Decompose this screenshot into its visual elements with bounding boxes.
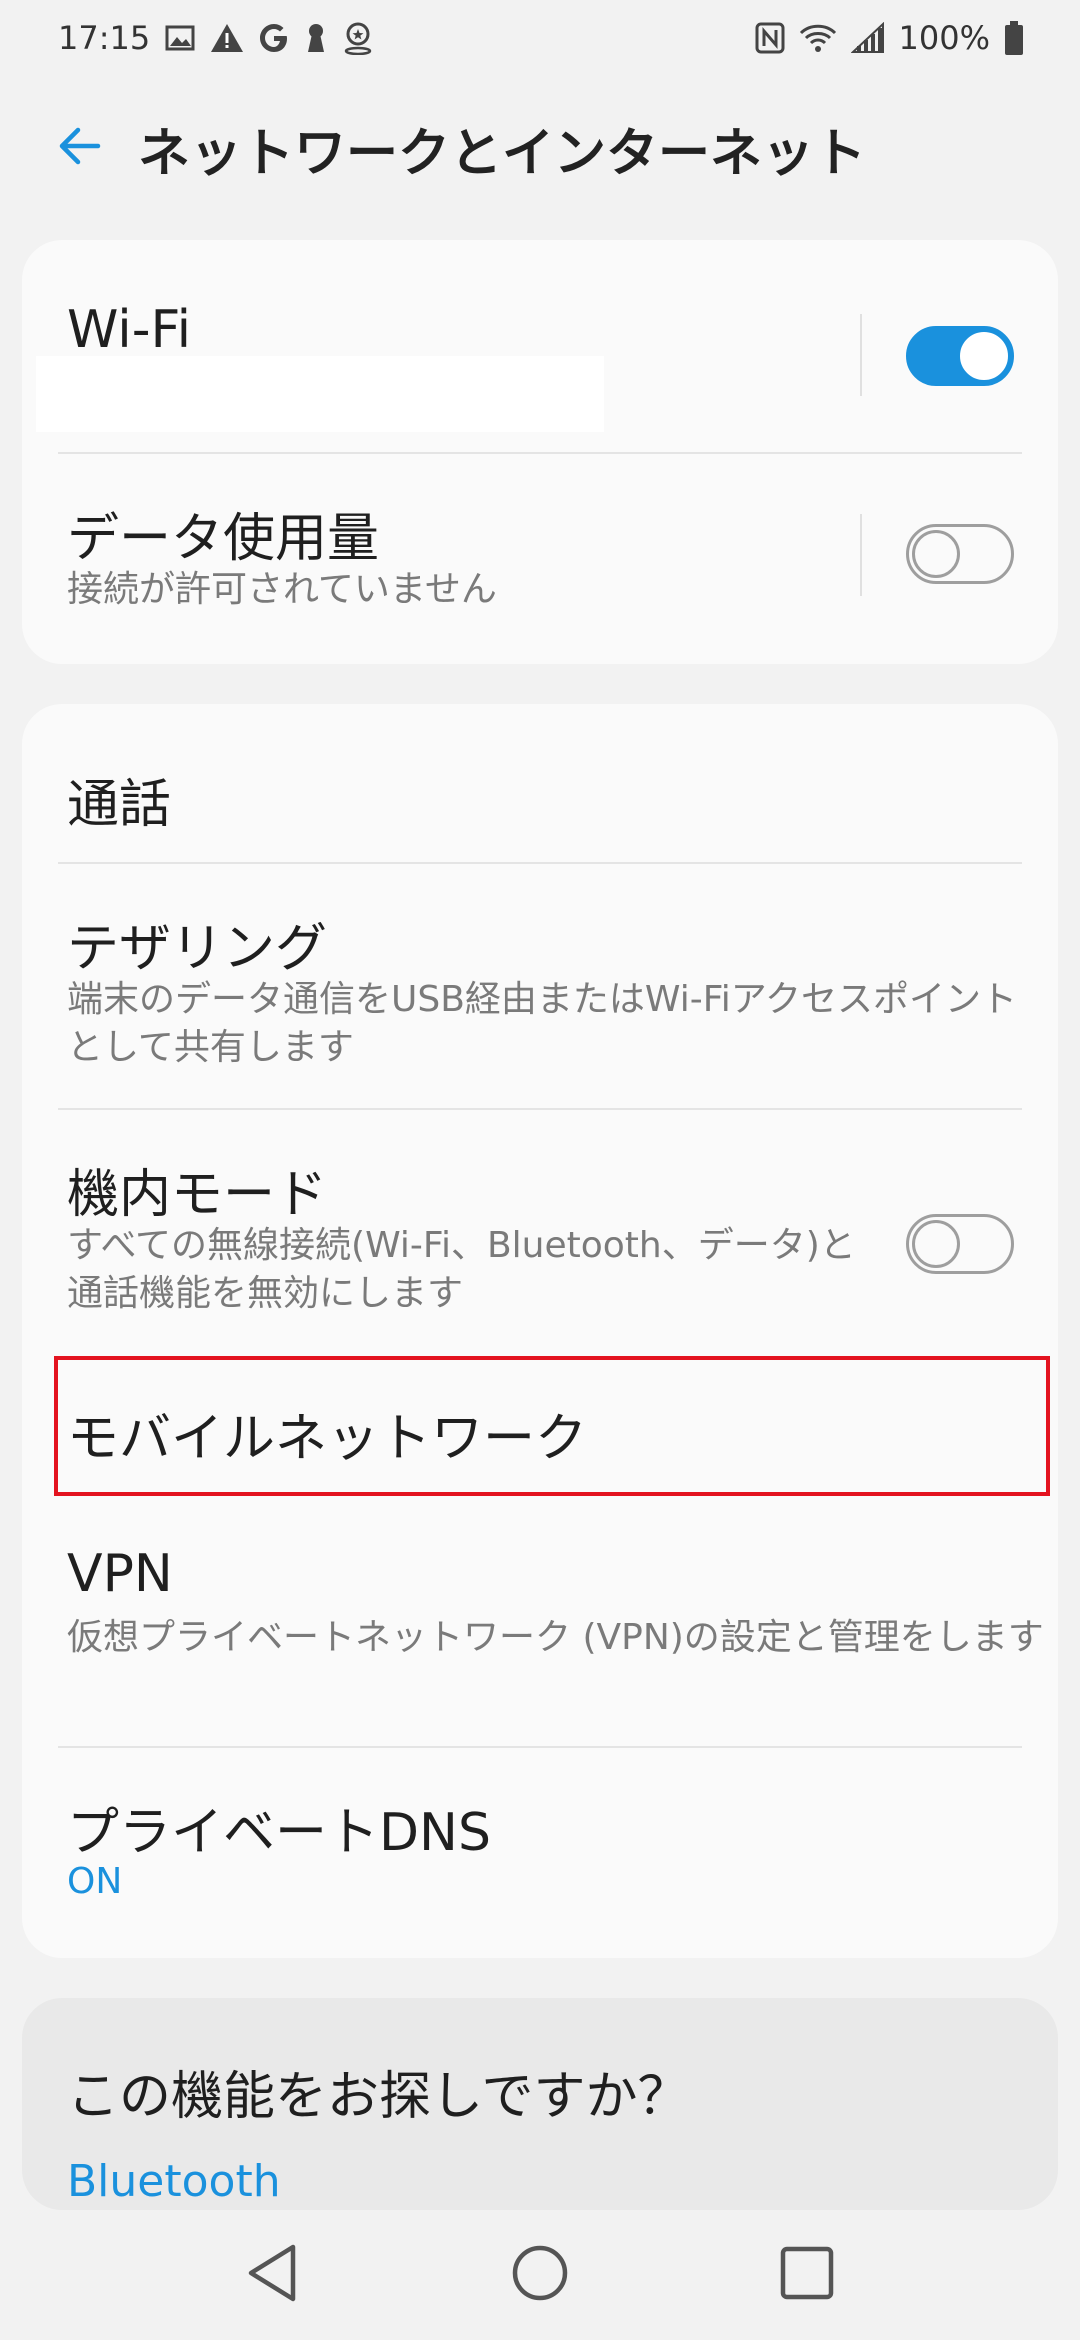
highlight-box <box>54 1356 1050 1496</box>
wifi-icon <box>799 22 837 54</box>
data-usage-row[interactable]: データ使用量 接続が許可されていません <box>22 454 1058 664</box>
battery-icon <box>1004 21 1024 55</box>
location-pin-icon <box>342 21 374 55</box>
vertical-divider <box>860 514 862 596</box>
toggle-knob <box>912 530 960 578</box>
calls-row[interactable]: 通話 <box>22 704 1058 864</box>
private-dns-row[interactable]: プライベートDNS ON <box>22 1748 1058 1958</box>
tethering-subtitle: 端末のデータ通信をUSB経由またはWi-Fiアクセスポイントとして共有します <box>67 979 1017 1068</box>
toggle-knob <box>960 332 1008 380</box>
airplane-mode-row[interactable]: 機内モード すべての無線接続(Wi-Fi、Bluetooth、データ)と通話機能… <box>22 1110 1058 1350</box>
tethering-row[interactable]: テザリング 端末のデータ通信をUSB経由またはWi-Fiアクセスポイントとして共… <box>22 864 1058 1110</box>
nav-home-button[interactable] <box>480 2220 600 2330</box>
square-recents-icon <box>779 2245 835 2305</box>
image-icon <box>164 22 196 54</box>
connectivity-card: Wi-Fi データ使用量 接続が許可されていません <box>22 240 1058 664</box>
battery-percent: 100% <box>898 19 990 57</box>
page-title: ネットワークとインターネット <box>138 123 867 184</box>
status-bar: 17:15 100% <box>0 0 1080 76</box>
keyhole-icon <box>304 22 328 54</box>
private-dns-status: ON <box>67 1861 123 1902</box>
clock: 17:15 <box>58 19 151 57</box>
vpn-row[interactable]: VPN 仮想プライベートネットワーク (VPN)の設定と管理をします <box>22 1502 1058 1750</box>
warning-icon <box>210 22 244 54</box>
google-icon <box>258 22 290 54</box>
airplane-mode-toggle[interactable] <box>906 1214 1014 1274</box>
arrow-left-icon <box>56 122 104 174</box>
tethering-title: テザリング <box>67 919 328 979</box>
nav-recents-button[interactable] <box>747 2220 867 2330</box>
toggle-knob <box>912 1220 960 1268</box>
nav-back-button[interactable] <box>213 2220 333 2330</box>
suggestions-card: この機能をお探しですか？ Bluetooth <box>22 1998 1058 2210</box>
airplane-mode-subtitle: すべての無線接続(Wi-Fi、Bluetooth、データ)と通話機能を無効にしま… <box>67 1225 856 1314</box>
wifi-title: Wi-Fi <box>67 300 192 360</box>
vpn-title: VPN <box>67 1544 173 1604</box>
vertical-divider <box>860 314 862 396</box>
wifi-row[interactable]: Wi-Fi <box>22 240 1058 454</box>
calls-title: 通話 <box>67 775 172 835</box>
airplane-mode-title: 機内モード <box>67 1165 328 1225</box>
circle-home-icon <box>510 2243 570 2307</box>
nfc-icon <box>755 22 785 54</box>
status-bar-left: 17:15 <box>58 19 374 57</box>
back-button[interactable] <box>32 100 128 196</box>
triangle-back-icon <box>245 2243 301 2307</box>
signal-icon <box>850 22 885 54</box>
navigation-bar <box>0 2210 1080 2340</box>
data-usage-subtitle: 接続が許可されていません <box>67 569 497 610</box>
private-dns-title: プライベートDNS <box>67 1803 491 1863</box>
wifi-toggle[interactable] <box>906 326 1014 386</box>
data-usage-toggle[interactable] <box>906 524 1014 584</box>
network-settings-card: 通話 テザリング 端末のデータ通信をUSB経由またはWi-Fiアクセスポイントと… <box>22 704 1058 1958</box>
status-bar-right: 100% <box>755 19 1024 57</box>
wifi-network-name-redacted <box>36 356 604 432</box>
vpn-subtitle: 仮想プライベートネットワーク (VPN)の設定と管理をします <box>67 1617 1044 1658</box>
suggestions-title: この機能をお探しですか？ <box>67 2067 690 2127</box>
app-bar: ネットワークとインターネット <box>0 96 1080 200</box>
bluetooth-link[interactable]: Bluetooth <box>67 2156 281 2207</box>
data-usage-title: データ使用量 <box>67 509 380 569</box>
